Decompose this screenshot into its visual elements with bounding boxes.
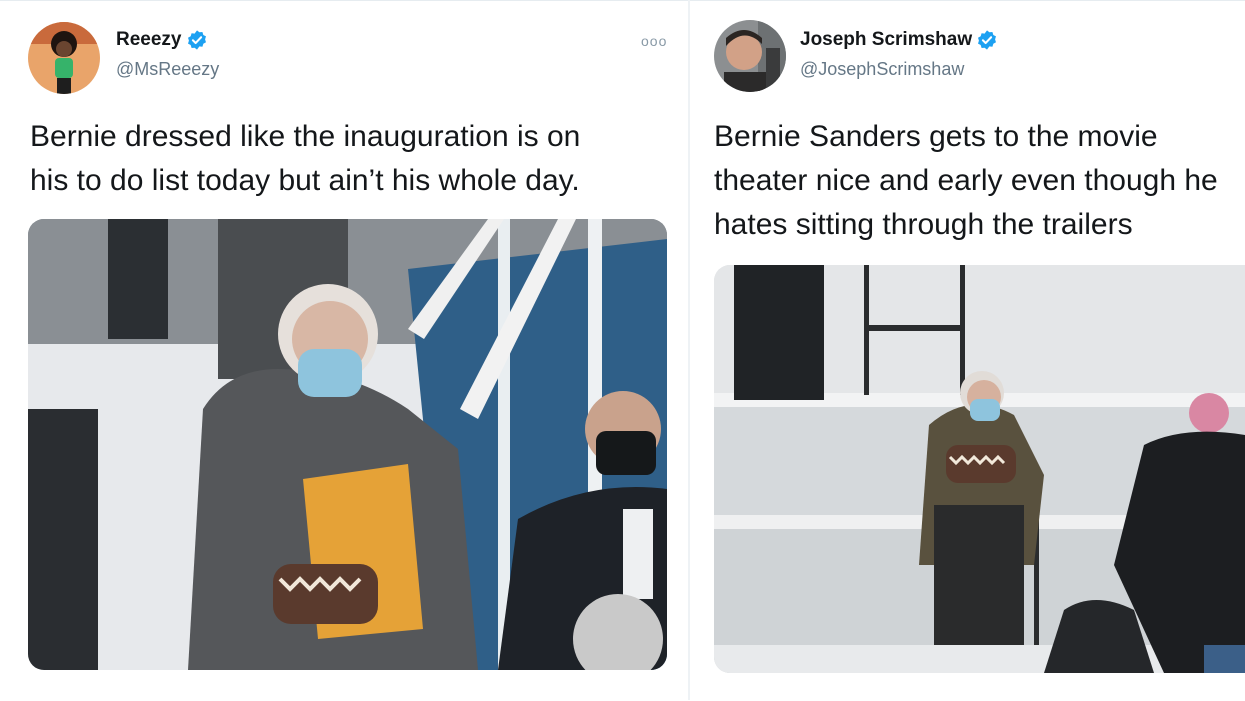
- verified-badge-icon: [978, 30, 997, 50]
- tweet-text: Bernie Sanders gets to the movie theater…: [714, 115, 1245, 247]
- tweet-photo[interactable]: [714, 265, 1245, 673]
- tweet-text: Bernie dressed like the inauguration is …: [30, 115, 685, 203]
- user-handle[interactable]: @JosephScrimshaw: [800, 59, 964, 80]
- avatar[interactable]: [714, 20, 786, 92]
- more-options-icon[interactable]: ooo: [641, 33, 667, 49]
- tweet-text-line: his to do list today but ain’t his whole…: [30, 164, 580, 197]
- tweet-text-line: hates sitting through the trailers: [714, 208, 1133, 241]
- tweet-card-reeezy[interactable]: Reeezy @MsReeezy ooo Bernie dressed like…: [0, 0, 688, 701]
- user-handle[interactable]: @MsReeezy: [116, 59, 219, 80]
- verified-badge-icon: [187, 30, 206, 50]
- tweet-text-line: Bernie Sanders gets to the movie: [714, 120, 1158, 153]
- display-name[interactable]: Reeezy: [116, 29, 182, 51]
- display-name[interactable]: Joseph Scrimshaw: [800, 29, 972, 51]
- tweet-text-line: Bernie dressed like the inauguration is …: [30, 120, 581, 153]
- tweet-text-line: theater nice and early even though he: [714, 164, 1218, 197]
- tweet-card-josephscrimshaw[interactable]: Joseph Scrimshaw @JosephScrimshaw Bernie…: [690, 0, 1245, 701]
- avatar[interactable]: [28, 22, 100, 94]
- tweet-photo[interactable]: [28, 219, 667, 670]
